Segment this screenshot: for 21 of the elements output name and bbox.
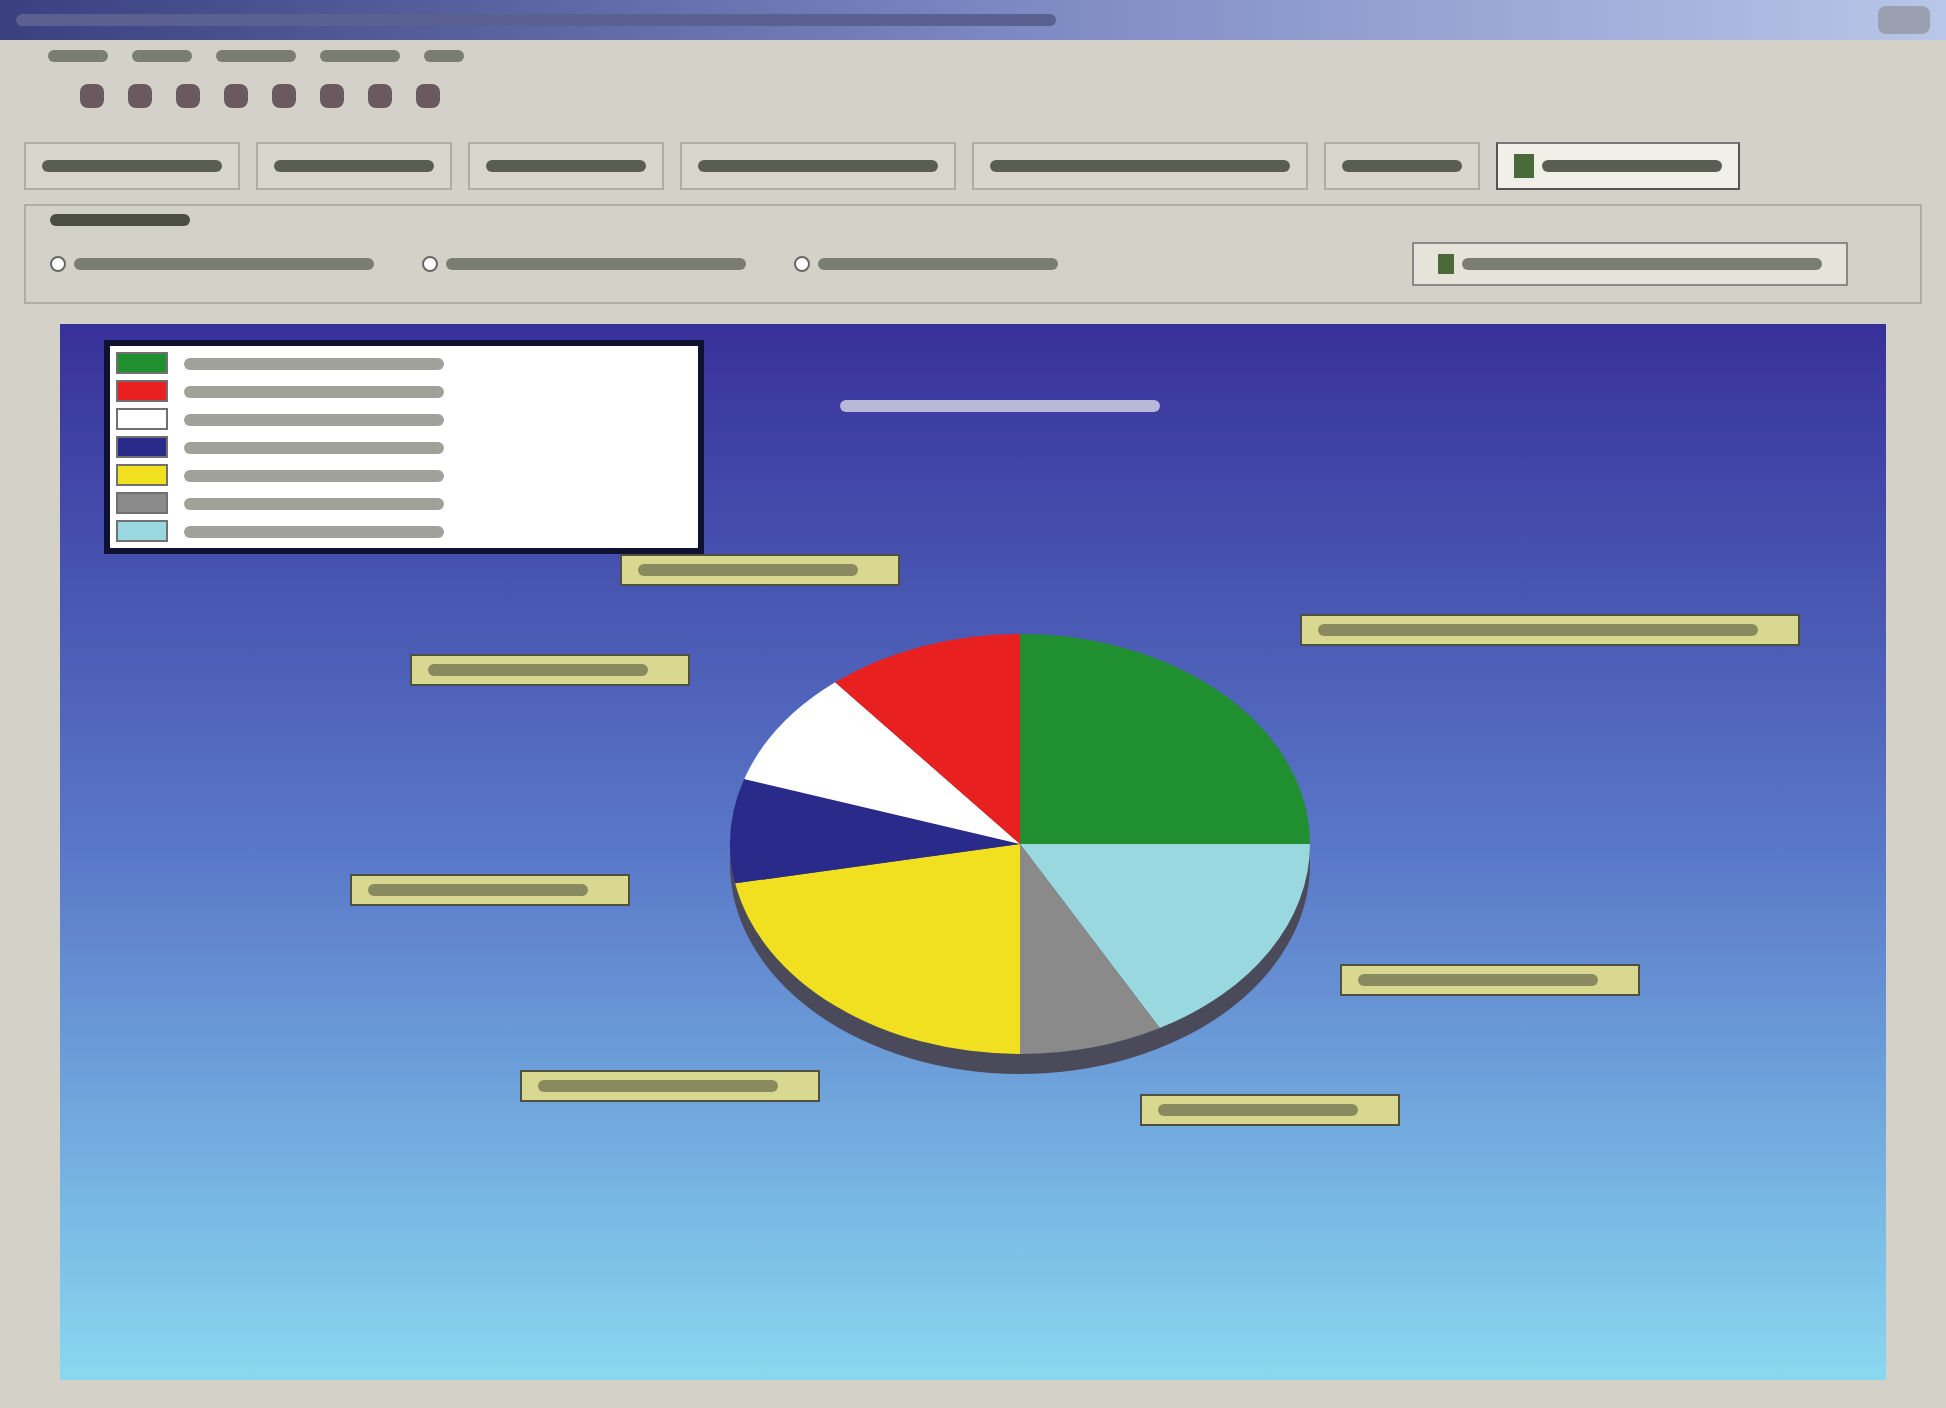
radio-button[interactable] xyxy=(794,256,810,272)
tab[interactable] xyxy=(256,142,452,190)
chart-icon xyxy=(1514,154,1534,178)
toolbar-icon[interactable] xyxy=(272,84,296,108)
tab[interactable] xyxy=(972,142,1308,190)
chart-button[interactable] xyxy=(1412,242,1848,286)
toolbar-icon[interactable] xyxy=(224,84,248,108)
toolbar-icon[interactable] xyxy=(416,84,440,108)
toolbar-icon[interactable] xyxy=(368,84,392,108)
toolbar-icon[interactable] xyxy=(128,84,152,108)
tab[interactable] xyxy=(1496,142,1740,190)
radio-button[interactable] xyxy=(50,256,66,272)
toolbar-icon[interactable] xyxy=(80,84,104,108)
chart-icon xyxy=(1438,254,1454,274)
radio-button[interactable] xyxy=(422,256,438,272)
tab[interactable] xyxy=(1324,142,1480,190)
tab[interactable] xyxy=(24,142,240,190)
toolbar-icon[interactable] xyxy=(320,84,344,108)
tab[interactable] xyxy=(680,142,956,190)
tab[interactable] xyxy=(468,142,664,190)
toolbar-icon[interactable] xyxy=(176,84,200,108)
